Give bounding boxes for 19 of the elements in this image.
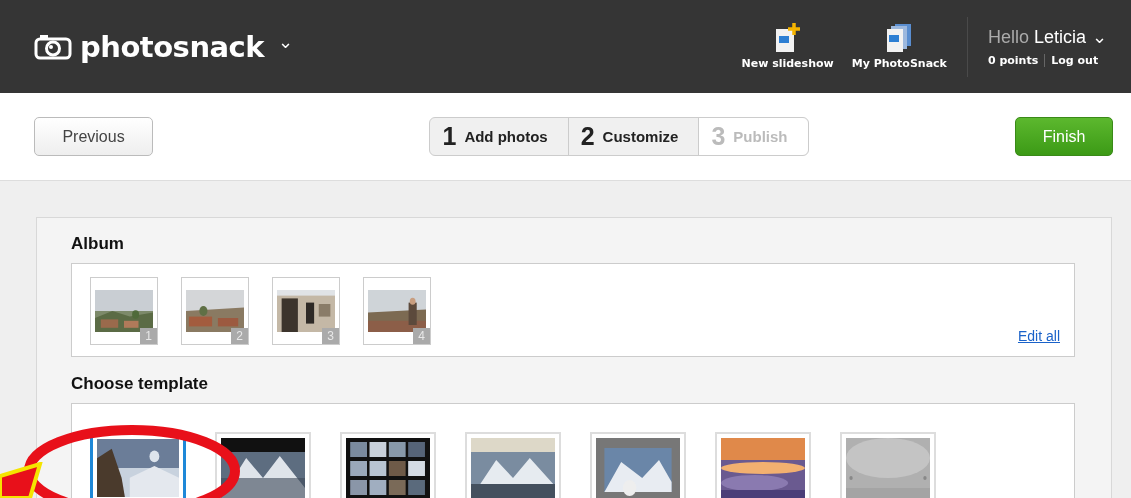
previous-button[interactable]: Previous — [34, 117, 153, 156]
wizard-step[interactable]: 1 Add photos — [430, 118, 569, 155]
logout-link[interactable]: Log out — [1051, 54, 1099, 67]
photo-number: 2 — [231, 328, 248, 344]
section-heading: Choose template — [71, 374, 209, 394]
section-heading: Album — [71, 234, 125, 254]
logo-text[interactable]: photosnack — [80, 29, 265, 64]
caret-icon[interactable]: ⌄ — [1092, 26, 1107, 48]
camera-icon — [34, 33, 72, 60]
photo-number: 4 — [413, 328, 430, 344]
caret-icon[interactable]: ⌄ — [278, 30, 294, 53]
edit-all-link[interactable]: Edit all — [1017, 328, 1060, 344]
toolbar-link[interactable]: My PhotoSnack — [851, 57, 947, 70]
new-document-icon — [773, 23, 802, 53]
photo-number: 1 — [140, 328, 157, 344]
points-text: 0 points — [987, 54, 1039, 67]
photo-number: 3 — [322, 328, 339, 344]
greeting-text: Hello Leticia — [987, 26, 1086, 48]
toolbar-link[interactable]: New slideshow — [741, 57, 834, 70]
